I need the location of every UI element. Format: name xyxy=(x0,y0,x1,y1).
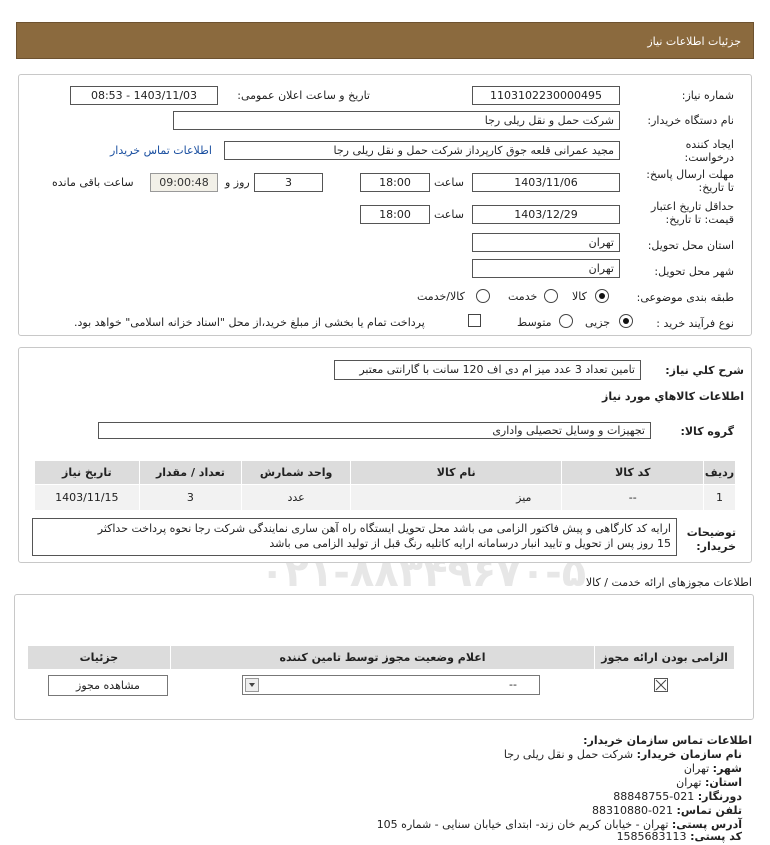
permit-status-select[interactable]: -- xyxy=(242,675,540,695)
goods-section-title: اطلاعات کالاهاي مورد نياز xyxy=(602,390,744,403)
process-label: نوع فرآیند خرید : xyxy=(656,317,734,330)
x-mark-icon xyxy=(655,679,667,691)
col-qty-header: تعداد / مقدار xyxy=(138,460,243,485)
contact-postal-value: 1585683113 xyxy=(616,830,687,843)
need-number-field: 1103102230000495 xyxy=(472,86,620,105)
category-goods-service-label: کالا/خدمت xyxy=(417,290,465,303)
summary-field: تامین تعداد 3 عدد میز ام دی اف 120 سانت … xyxy=(334,360,641,380)
remaining-time-label: ساعت باقی مانده xyxy=(52,176,134,189)
summary-label: شرح کلي نياز: xyxy=(665,364,744,377)
province-label: استان محل تحویل: xyxy=(647,239,734,252)
goods-table-header: ردیف کد کالا نام کالا واحد شمارش تعداد /… xyxy=(34,460,736,485)
category-goods-radio[interactable] xyxy=(595,289,609,303)
deadline-time-field: 18:00 xyxy=(360,173,430,192)
contact-province-label: استان: xyxy=(705,776,742,789)
province-field: تهران xyxy=(472,233,620,252)
buyer-contact-link[interactable]: اطلاعات تماس خریدار xyxy=(110,144,212,157)
deadline-label-1: مهلت ارسال پاسخ: xyxy=(646,168,734,181)
row-date: 1403/11/15 xyxy=(34,484,140,511)
remaining-time-field: 09:00:48 xyxy=(150,173,218,192)
permit-required-checkbox xyxy=(654,678,668,692)
row-unit: عدد xyxy=(241,484,352,511)
validity-label-1: حداقل تاریخ اعتبار xyxy=(650,200,734,213)
process-medium-radio[interactable] xyxy=(559,314,573,328)
contact-city-line: شهر: تهران xyxy=(684,762,742,775)
goods-table: ردیف کد کالا نام کالا واحد شمارش تعداد /… xyxy=(34,460,736,511)
deadline-time-label: ساعت xyxy=(434,176,464,189)
creator-field: مجید عمرانی قلعه جوق کارپرداز شرکت حمل و… xyxy=(224,141,620,160)
row-name: میز xyxy=(350,484,563,511)
days-remaining-field: 3 xyxy=(254,173,323,192)
process-medium-label: متوسط xyxy=(517,316,552,329)
category-service-radio[interactable] xyxy=(544,289,558,303)
goods-group-label: گروه کالا: xyxy=(680,425,734,438)
need-number-label: شماره نیاز: xyxy=(681,89,734,102)
notes-box: ارایه کد کارگاهی و پیش فاکتور الزامی می … xyxy=(32,518,677,556)
validity-time-field: 18:00 xyxy=(360,205,430,224)
col-row-header: ردیف xyxy=(703,460,736,485)
deadline-date-field: 1403/11/06 xyxy=(472,173,620,192)
row-qty: 3 xyxy=(138,484,243,511)
contact-province-line: استان: تهران xyxy=(676,776,742,789)
col-name-header: نام کالا xyxy=(350,460,563,485)
page-title: جزئیات اطلاعات نیاز xyxy=(647,35,741,48)
contact-org-line: نام سازمان خریدار: شرکت حمل و نقل ریلی ر… xyxy=(504,748,742,761)
view-permit-button[interactable]: مشاهده مجوز xyxy=(48,675,168,696)
contact-org-value: شرکت حمل و نقل ریلی رجا xyxy=(503,748,634,761)
validity-time-label: ساعت xyxy=(434,208,464,221)
contact-city-value: تهران xyxy=(683,762,710,775)
permits-table-header: الزامی بودن ارائه مجوز اعلام وضعیت مجوز … xyxy=(27,645,735,670)
buyer-org-field: شرکت حمل و نقل ریلی رجا xyxy=(173,111,620,130)
goods-group-field: تجهیزات و وسایل تحصیلی واداری xyxy=(98,422,651,439)
chevron-down-icon[interactable] xyxy=(245,678,259,692)
buyer-org-label: نام دستگاه خریدار: xyxy=(647,114,734,127)
contact-postal-label: کد پستی: xyxy=(690,830,742,843)
notes-line-2: 15 روز پس از تحویل و تایید انبار درسامان… xyxy=(269,537,671,550)
creator-label-1: ایجاد کننده xyxy=(685,138,734,151)
contact-fax-line: دورنگار: 021-88848755 xyxy=(613,790,742,803)
contact-province-value: تهران xyxy=(676,776,702,789)
contact-phone-line: تلفن تماس: 021-88310880 xyxy=(592,804,742,817)
category-goods-label: کالا xyxy=(572,290,587,303)
treasury-payment-note: پرداخت تمام یا بخشی از مبلغ خرید،از محل … xyxy=(74,316,425,329)
notes-line-1: ارایه کد کارگاهی و پیش فاکتور الزامی می … xyxy=(97,522,671,535)
city-field: تهران xyxy=(472,259,620,278)
category-label: طبقه بندی موضوعی: xyxy=(636,291,734,304)
col-details-header: جزئیات xyxy=(27,645,171,670)
deadline-label-2: تا تاریخ: xyxy=(698,181,734,194)
permit-status-value: -- xyxy=(509,678,517,691)
days-label: روز و xyxy=(225,176,250,189)
contact-org-label: نام سازمان خریدار: xyxy=(636,748,742,761)
treasury-payment-checkbox[interactable] xyxy=(468,314,481,327)
row-code: -- xyxy=(561,484,705,511)
contact-phone-label: تلفن تماس: xyxy=(676,804,742,817)
creator-label-2: درخواست: xyxy=(684,151,734,164)
validity-label-2: قیمت: تا تاریخ: xyxy=(665,213,734,226)
process-minor-radio[interactable] xyxy=(619,314,633,328)
city-label: شهر محل تحویل: xyxy=(654,265,734,278)
row-number: 1 xyxy=(703,484,736,511)
table-row: 1 -- میز عدد 3 1403/11/15 xyxy=(34,484,736,511)
contact-city-label: شهر: xyxy=(712,762,742,775)
notes-label-1: توضیحات xyxy=(686,526,736,539)
contact-fax-label: دورنگار: xyxy=(697,790,742,803)
contact-title: اطلاعات تماس سازمان خریدار: xyxy=(583,734,752,747)
contact-postal-line: کد پستی: 1585683113 xyxy=(617,830,742,843)
col-unit-header: واحد شمارش xyxy=(241,460,352,485)
notes-label-2: خریدار: xyxy=(696,540,736,553)
contact-fax-value: 021-88848755 xyxy=(613,790,695,803)
process-minor-label: جزیی xyxy=(585,316,611,329)
category-goods-service-radio[interactable] xyxy=(476,289,490,303)
col-required-header: الزامی بودن ارائه مجوز xyxy=(594,645,735,670)
announce-datetime-field: 1403/11/03 - 08:53 xyxy=(70,86,218,105)
col-code-header: کد کالا xyxy=(561,460,705,485)
permits-section-title: اطلاعات مجوزهای ارائه خدمت / کالا xyxy=(585,576,752,589)
validity-date-field: 1403/12/29 xyxy=(472,205,620,224)
col-date-header: تاریخ نیاز xyxy=(34,460,140,485)
col-status-header: اعلام وضعیت مجوز توسط تامین کننده xyxy=(169,645,596,670)
category-service-label: خدمت xyxy=(508,290,538,303)
page-header: جزئیات اطلاعات نیاز xyxy=(16,22,754,59)
announce-datetime-label: تاریخ و ساعت اعلان عمومی: xyxy=(237,89,370,102)
contact-phone-value: 021-88310880 xyxy=(592,804,674,817)
